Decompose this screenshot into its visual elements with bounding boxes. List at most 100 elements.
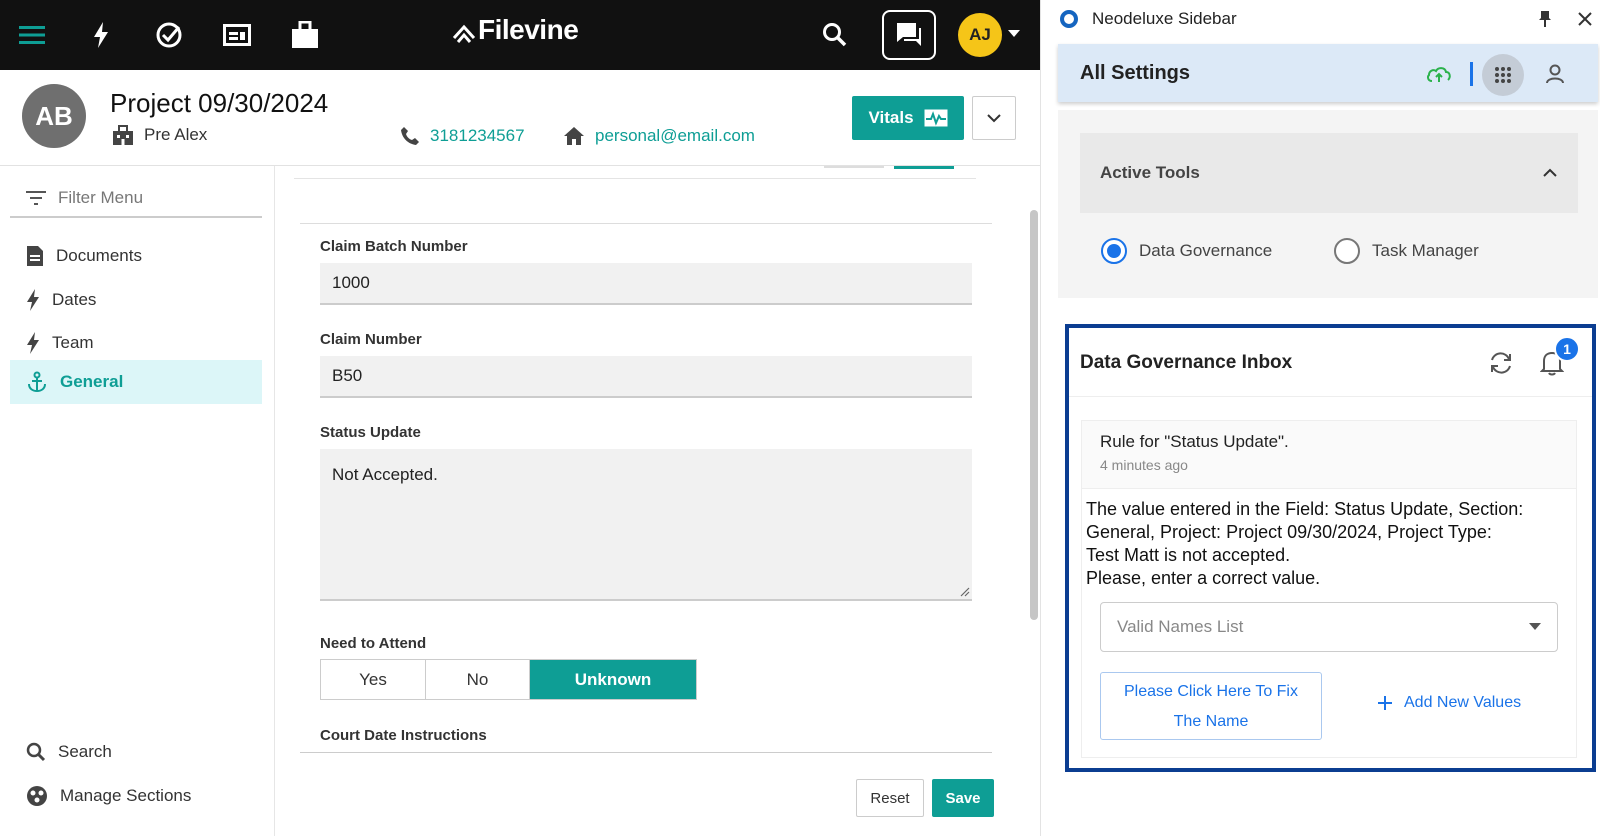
bolt-icon [27, 289, 39, 311]
filevine-logo[interactable]: Filevine [452, 14, 579, 46]
attend-no-button[interactable]: No [426, 660, 530, 699]
bolt-icon[interactable] [84, 18, 118, 52]
form-main: Claim Batch Number 1000 Claim Number B50… [276, 166, 1024, 836]
divider [1069, 396, 1592, 397]
search-icon[interactable] [818, 18, 852, 52]
apps-grid-icon [1495, 67, 1511, 83]
apps-grid-button[interactable] [1482, 54, 1524, 96]
fix-label-line: The Name [1173, 713, 1249, 730]
radio-unselected-icon [1334, 238, 1360, 264]
claim-batch-field[interactable]: 1000 [320, 263, 972, 305]
divider [294, 178, 976, 179]
rule-message: The value entered in the Field: Status U… [1086, 498, 1574, 590]
sidebar-item-team[interactable]: Team [10, 321, 262, 365]
need-to-attend-label: Need to Attend [320, 635, 427, 652]
valid-names-select[interactable]: Valid Names List [1100, 602, 1558, 652]
court-date-label: Court Date Instructions [320, 727, 487, 744]
add-values-label: Add New Values [1404, 694, 1522, 711]
neodeluxe-logo-icon [1060, 10, 1078, 28]
divider [300, 223, 992, 224]
sidebar-item-dates[interactable]: Dates [10, 278, 262, 322]
sidebar-item-label: Documents [56, 246, 142, 265]
sidebar-item-label: General [60, 372, 124, 391]
sidebar-search[interactable]: Search [10, 730, 262, 774]
vitals-dropdown-button[interactable] [972, 96, 1016, 140]
settings-title: All Settings [1080, 61, 1191, 84]
sidebar-item-label: Team [52, 333, 94, 352]
filter-menu-input[interactable]: Filter Menu [10, 180, 262, 218]
projects-briefcase-icon[interactable] [288, 18, 322, 52]
panel-window-title: Neodeluxe Sidebar [1092, 9, 1237, 28]
chevron-down-icon [987, 113, 1001, 122]
top-navbar: Filevine AJ [0, 0, 1040, 70]
sidebar-manage-sections[interactable]: Manage Sections [10, 774, 262, 818]
bolt-icon [27, 332, 39, 354]
fix-name-button[interactable]: Please Click Here To Fix The Name [1100, 672, 1322, 740]
user-profile-icon[interactable] [1546, 64, 1564, 84]
radio-label: Task Manager [1372, 241, 1479, 260]
inbox-title: Data Governance Inbox [1080, 352, 1293, 373]
phone-icon [401, 127, 419, 145]
attend-unknown-button[interactable]: Unknown [530, 660, 696, 699]
message-line: General, Project: Project 09/30/2024, Pr… [1086, 522, 1492, 542]
feed-icon[interactable] [220, 18, 254, 52]
user-avatar[interactable]: AJ [958, 13, 1002, 57]
client-name: Pre Alex [144, 125, 208, 144]
chevron-up-icon [1543, 168, 1557, 177]
radio-selected-icon [1101, 238, 1127, 264]
radio-label: Data Governance [1139, 241, 1273, 260]
radio-data-governance[interactable]: Data Governance [1101, 238, 1272, 264]
document-icon [27, 246, 43, 266]
email-address: personal@email.com [595, 126, 755, 145]
divider-bar [1470, 62, 1473, 86]
chat-icon [897, 23, 921, 46]
chat-button[interactable] [882, 10, 936, 60]
message-line: The value entered in the Field: Status U… [1086, 499, 1524, 519]
reset-button[interactable]: Reset [856, 779, 924, 817]
message-line: Please, enter a correct value. [1086, 568, 1321, 588]
project-avatar: AB [22, 84, 86, 148]
select-placeholder: Valid Names List [1117, 617, 1244, 636]
add-new-values-button[interactable]: Add New Values [1378, 694, 1521, 712]
section-sidebar: Filter Menu Documents Dates Team General… [0, 166, 275, 836]
project-email-link[interactable]: personal@email.com [563, 126, 755, 146]
refresh-icon[interactable] [1488, 350, 1514, 376]
tasks-check-icon[interactable] [152, 18, 186, 52]
vitals-label: Vitals [868, 108, 914, 127]
pin-icon[interactable] [1538, 10, 1552, 28]
sections-icon [27, 786, 47, 806]
sidebar-item-documents[interactable]: Documents [10, 234, 262, 278]
tab-indicator-active [894, 166, 954, 169]
cloud-sync-icon[interactable] [1426, 64, 1452, 84]
active-tools-header[interactable]: Active Tools [1080, 133, 1578, 213]
project-title: Project 09/30/2024 [110, 88, 329, 118]
need-to-attend-toggle: Yes No Unknown [320, 659, 697, 700]
manage-sections-label: Manage Sections [60, 786, 192, 805]
radio-task-manager[interactable]: Task Manager [1334, 238, 1479, 264]
tab-indicator-inactive [824, 166, 884, 168]
building-icon [113, 125, 133, 145]
status-update-label: Status Update [320, 424, 421, 441]
user-menu-caret-icon[interactable] [1008, 30, 1020, 38]
divider [300, 752, 992, 753]
logo-mark-icon [452, 24, 476, 43]
sidebar-item-general[interactable]: General [10, 360, 262, 404]
fix-label-line: Please Click Here To Fix [1124, 683, 1298, 700]
filter-placeholder: Filter Menu [58, 188, 144, 207]
project-client[interactable]: Pre Alex [112, 125, 207, 145]
hamburger-menu-icon[interactable] [15, 18, 49, 52]
status-update-textarea[interactable]: Not Accepted. [320, 449, 972, 601]
claim-number-field[interactable]: B50 [320, 356, 972, 398]
close-icon[interactable] [1578, 12, 1592, 26]
plus-icon [1378, 696, 1392, 710]
rule-title: Rule for "Status Update". [1100, 432, 1289, 451]
dropdown-caret-icon [1529, 623, 1541, 630]
save-button[interactable]: Save [932, 779, 994, 817]
anchor-icon [28, 371, 46, 393]
logo-text: Filevine [478, 14, 579, 45]
project-phone-link[interactable]: 3181234567 [400, 126, 525, 146]
scrollbar-thumb[interactable] [1030, 210, 1038, 620]
attend-yes-button[interactable]: Yes [321, 660, 426, 699]
vitals-button[interactable]: Vitals [852, 96, 964, 140]
resize-handle-icon[interactable] [960, 587, 970, 597]
